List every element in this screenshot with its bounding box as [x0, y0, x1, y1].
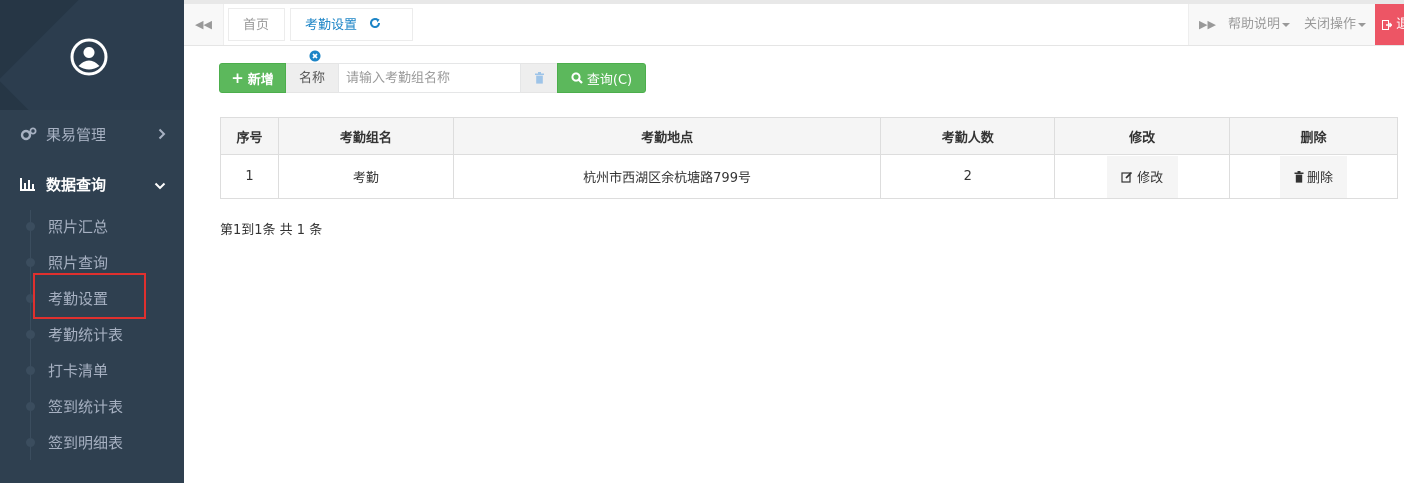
submenu-item-attendance-stats[interactable]: 考勤统计表: [0, 317, 184, 353]
help-menu-label: 帮助说明: [1228, 17, 1281, 32]
submenu-item-label: 照片汇总: [48, 218, 109, 236]
search-icon: [571, 72, 583, 84]
scroll-left-button[interactable]: ◀◀: [184, 4, 224, 45]
bullet-icon: [26, 222, 35, 231]
logout-button[interactable]: 退出: [1375, 4, 1404, 45]
help-menu[interactable]: 帮助说明: [1226, 4, 1299, 45]
submenu-item-label: 签到明细表: [48, 434, 124, 452]
menu-item-label: 果易管理: [46, 125, 107, 144]
tab-label: 首页: [243, 18, 270, 33]
query-button-label: 查询(C): [586, 72, 633, 88]
submenu-item-checkin-stats[interactable]: 签到统计表: [0, 389, 184, 425]
cell-group-name: 考勤: [277, 154, 454, 199]
pagination-info: 第1到1条 共 1 条: [220, 223, 323, 238]
column-header-edit: 修改: [1054, 117, 1231, 155]
refresh-icon[interactable]: [369, 9, 381, 42]
submenu-item-photo-summary[interactable]: 照片汇总: [0, 209, 184, 245]
tab-attendance-settings[interactable]: 考勤设置: [290, 8, 413, 62]
column-header-delete: 删除: [1229, 117, 1398, 155]
close-menu-label: 关闭操作: [1304, 17, 1357, 32]
clear-search-button[interactable]: [521, 63, 557, 93]
edit-icon: [1121, 171, 1133, 183]
tab-bar: ◀◀ 首页 考勤设置 ▶▶ 帮助说明 关闭操作 退出: [184, 0, 1404, 62]
submenu-item-checkin-details[interactable]: 签到明细表: [0, 425, 184, 461]
bullet-icon: [26, 330, 35, 339]
cell-delete: 删除: [1229, 154, 1398, 199]
delete-button-label: 删除: [1307, 171, 1334, 186]
sidebar: 果易管理 数据查询 照片汇总 照片查询 考勤设置 考勤统计表 打卡清单 签到统计…: [0, 0, 184, 483]
close-operations-menu[interactable]: 关闭操作: [1299, 4, 1375, 45]
caret-down-icon: [1282, 22, 1291, 27]
table-header-row: 序号 考勤组名 考勤地点 考勤人数 修改 删除: [220, 117, 1398, 155]
add-button-label: 新增: [247, 72, 274, 88]
delete-button[interactable]: 删除: [1280, 155, 1348, 198]
double-arrow-right-icon: ▶▶: [1199, 18, 1216, 31]
menu-item-guoyi[interactable]: 果易管理: [0, 111, 184, 157]
submenu-item-label: 签到统计表: [48, 398, 124, 416]
bullet-icon: [26, 438, 35, 447]
bullet-icon: [26, 258, 35, 267]
logout-label: 退出: [1396, 17, 1404, 32]
column-header-group-name[interactable]: 考勤组名: [277, 117, 454, 155]
chevron-down-icon: [154, 176, 166, 194]
attendance-group-table: 序号 考勤组名 考勤地点 考勤人数 修改 删除 1 考勤 杭州市西湖区余杭塘路7…: [220, 117, 1398, 199]
sign-out-icon: [1382, 17, 1396, 32]
submenu-item-label: 考勤统计表: [48, 326, 124, 344]
cogs-icon: [20, 126, 38, 142]
tab-label: 考勤设置: [305, 18, 358, 33]
menu-item-data-query[interactable]: 数据查询: [0, 161, 184, 207]
edit-button-label: 修改: [1137, 171, 1164, 186]
column-header-index[interactable]: 序号: [220, 117, 279, 155]
submenu-item-label: 照片查询: [48, 254, 109, 272]
table-row: 1 考勤 杭州市西湖区余杭塘路799号 2 修改 删除: [220, 154, 1398, 199]
bar-chart-icon: [20, 176, 38, 192]
cell-edit: 修改: [1054, 154, 1231, 199]
column-header-location[interactable]: 考勤地点: [452, 117, 882, 155]
scroll-right-button[interactable]: ▶▶: [1188, 4, 1226, 45]
column-header-count[interactable]: 考勤人数: [880, 117, 1056, 155]
cell-count: 2: [880, 154, 1056, 199]
name-field-label: 名称: [286, 63, 338, 93]
sidebar-header: [0, 0, 184, 110]
tab-home[interactable]: 首页: [228, 8, 285, 41]
trash-icon: [1294, 170, 1304, 183]
plus-icon: +: [231, 69, 244, 87]
chevron-right-icon: [158, 126, 166, 144]
group-name-search-input[interactable]: [338, 63, 521, 93]
submenu-item-label: 打卡清单: [48, 362, 109, 380]
caret-down-icon: [1358, 22, 1367, 27]
submenu-item-punch-list[interactable]: 打卡清单: [0, 353, 184, 389]
bullet-icon: [26, 366, 35, 375]
cell-index: 1: [220, 154, 279, 199]
query-button[interactable]: 查询(C): [557, 63, 646, 93]
double-arrow-left-icon: ◀◀: [195, 18, 212, 31]
menu-item-label: 数据查询: [46, 175, 107, 194]
add-button[interactable]: + 新增: [219, 63, 286, 93]
edit-button[interactable]: 修改: [1106, 155, 1178, 198]
user-avatar-icon[interactable]: [70, 38, 108, 76]
selection-highlight-box: [33, 273, 146, 319]
bullet-icon: [26, 402, 35, 411]
cell-location: 杭州市西湖区余杭塘路799号: [452, 154, 882, 199]
trash-icon: [534, 72, 544, 84]
